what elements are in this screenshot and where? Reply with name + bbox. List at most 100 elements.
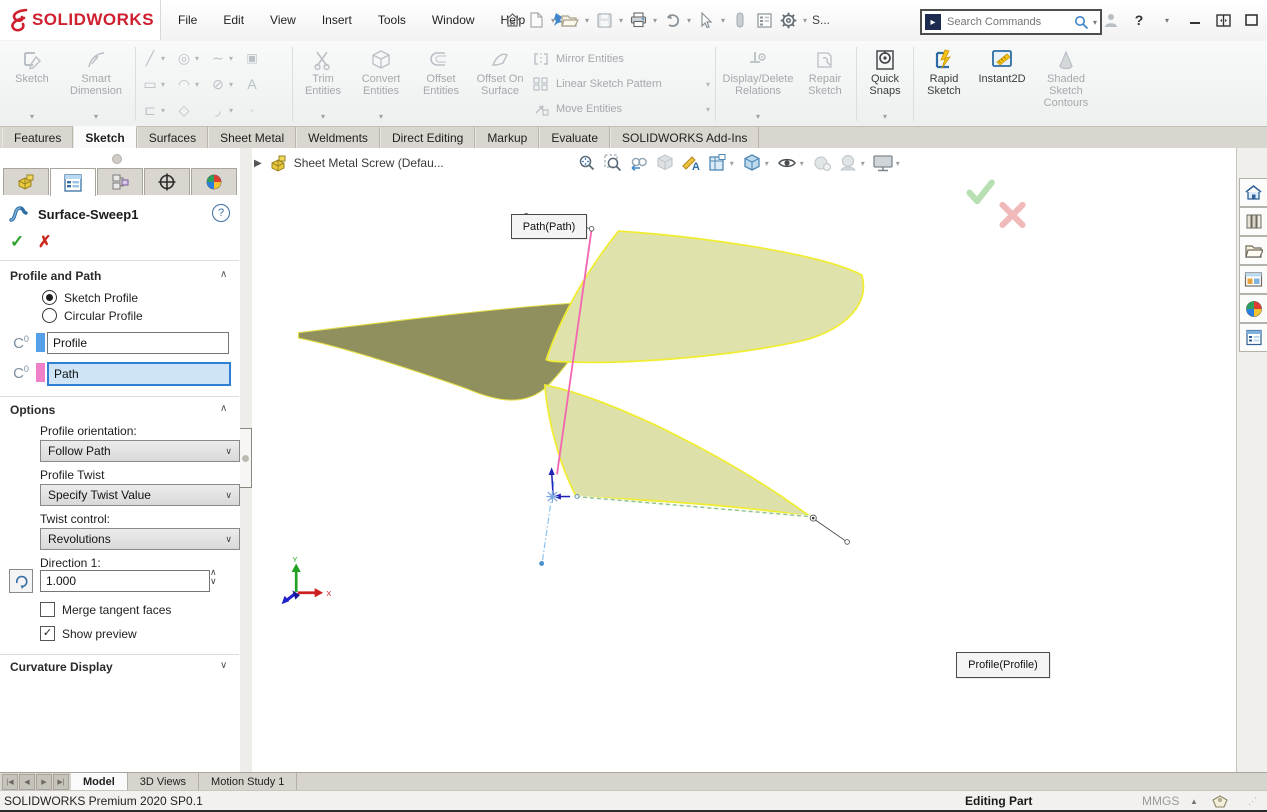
display-delete-dropdown[interactable]: ▾ [756, 111, 760, 123]
quick-snaps-button[interactable]: Quick Snaps ▾ [860, 44, 910, 124]
collapse-chevron-icon[interactable]: ∧ [220, 269, 227, 280]
line-dropdown[interactable]: ▾ [161, 54, 173, 63]
home-icon[interactable] [500, 0, 524, 40]
zoom-to-fit-icon[interactable] [574, 151, 600, 175]
view-palette-button[interactable] [1239, 265, 1267, 294]
cancel-button[interactable]: ✗ [38, 232, 51, 252]
select-dropdown[interactable]: ▾ [718, 0, 728, 40]
view-orientation-icon[interactable] [704, 151, 730, 175]
configuration-manager-tab[interactable] [97, 168, 143, 195]
print-dropdown[interactable]: ▾ [650, 0, 660, 40]
spline-dropdown[interactable]: ▾ [229, 54, 241, 63]
trim-dropdown[interactable]: ▾ [321, 111, 325, 123]
display-style-dropdown[interactable]: ▾ [765, 159, 774, 168]
units-selector[interactable]: MMGS [1142, 794, 1179, 808]
panel-resize-handle[interactable] [112, 154, 122, 164]
model-view-canvas[interactable]: Y X [252, 178, 1236, 772]
quick-snaps-dropdown[interactable]: ▾ [883, 111, 887, 123]
tab-model[interactable]: Model [71, 773, 128, 791]
select-icon[interactable] [694, 0, 718, 40]
apply-scene-icon[interactable] [835, 151, 861, 175]
section-view-icon[interactable] [652, 151, 678, 175]
save-dropdown[interactable]: ▾ [616, 0, 626, 40]
options-header[interactable]: Options [10, 403, 55, 417]
menu-file[interactable]: File [178, 13, 197, 27]
cancel-x-icon[interactable] [1003, 205, 1023, 225]
ellipse-dropdown[interactable]: ▾ [229, 80, 241, 89]
units-dropdown-arrow[interactable]: ▲ [1190, 797, 1198, 806]
spin-down-icon[interactable]: ∨ [210, 577, 217, 586]
expand-chevron-icon[interactable]: ∨ [220, 660, 227, 671]
sketch-endpoint[interactable] [539, 561, 544, 566]
circle-icon[interactable]: ◎ [173, 50, 195, 67]
tab-scroll-first[interactable]: |◀ [2, 774, 18, 790]
instant2d-button[interactable]: Instant2D [971, 44, 1033, 124]
flyout-tree-arrow-icon[interactable]: ▶ [254, 158, 262, 169]
tab-sheet-metal[interactable]: Sheet Metal [208, 127, 296, 149]
sketch-dropdown[interactable]: ▾ [30, 111, 34, 123]
fillet-icon[interactable]: ◞ [207, 102, 229, 119]
rectangle-dropdown[interactable]: ▾ [161, 80, 173, 89]
profile-selection-box[interactable]: Profile [47, 332, 229, 354]
settings-dropdown[interactable]: ▾ [800, 0, 810, 40]
dock-button[interactable] [1212, 0, 1234, 40]
open-icon[interactable] [558, 0, 582, 40]
mirror-entities-button[interactable]: Mirror Entities [532, 48, 710, 70]
settings-gear-icon[interactable] [776, 0, 800, 40]
repair-sketch-button[interactable]: Repair Sketch [797, 44, 853, 124]
appearances-scenes-button[interactable] [1239, 294, 1267, 323]
menu-window[interactable]: Window [432, 13, 475, 27]
tab-motion-study-1[interactable]: Motion Study 1 [199, 773, 297, 791]
property-manager-tab[interactable] [50, 168, 96, 196]
slot-icon[interactable]: ⊏ [139, 102, 161, 119]
offset-entities-button[interactable]: Offset Entities [412, 44, 470, 124]
spline-icon[interactable]: ∼ [207, 50, 229, 67]
slot-dropdown[interactable]: ▾ [161, 106, 173, 115]
resize-grip-icon[interactable]: ⋰ [1248, 796, 1258, 807]
shaded-sketch-contours-button[interactable]: Shaded Sketch Contours [1033, 44, 1099, 124]
arc-dropdown[interactable]: ▾ [195, 80, 207, 89]
hide-show-items-dropdown[interactable]: ▾ [800, 159, 809, 168]
ellipse-icon[interactable]: ⊘ [207, 76, 229, 93]
maximize-button[interactable] [1240, 0, 1262, 40]
tab-evaluate[interactable]: Evaluate [539, 127, 610, 149]
offset-on-surface-button[interactable]: Offset On Surface [470, 44, 530, 124]
surface-top-lobe[interactable] [546, 231, 863, 362]
view-orientation-dropdown[interactable]: ▾ [730, 159, 739, 168]
linear-pattern-dropdown[interactable]: ▾ [706, 80, 710, 89]
print-icon[interactable] [626, 0, 650, 40]
profile-twist-dropdown[interactable]: Specify Twist Value∨ [40, 484, 240, 506]
convert-dropdown[interactable]: ▾ [379, 111, 383, 123]
view-settings-icon[interactable] [870, 151, 896, 175]
tab-features[interactable]: Features [2, 127, 73, 149]
options-list-icon[interactable] [752, 0, 776, 40]
custom-properties-button[interactable] [1239, 323, 1267, 352]
user-profile-icon[interactable] [1100, 0, 1122, 40]
feature-manager-tree-tab[interactable] [3, 168, 49, 195]
merge-tangent-row[interactable]: Merge tangent faces [40, 602, 171, 617]
path-callout[interactable]: Path(Path) [511, 214, 587, 239]
circular-profile-radio[interactable] [42, 308, 57, 323]
collapse-chevron-icon[interactable]: ∧ [220, 403, 227, 414]
trim-entities-button[interactable]: Trim Entities ▾ [296, 44, 350, 124]
search-commands-box[interactable]: ▸ ▾ [920, 9, 1102, 35]
toggle-icon[interactable] [728, 0, 752, 40]
sketch-profile-radio[interactable] [42, 290, 57, 305]
polygon-icon[interactable]: ◇ [173, 102, 195, 119]
undo-dropdown[interactable]: ▾ [684, 0, 694, 40]
view-settings-dropdown[interactable]: ▾ [896, 159, 905, 168]
undo-icon[interactable] [660, 0, 684, 40]
tab-scroll-next[interactable]: ▶ [36, 774, 52, 790]
line-icon[interactable]: ╱ [139, 50, 161, 67]
help-icon[interactable]: ? [212, 204, 230, 222]
menu-tools[interactable]: Tools [378, 13, 406, 27]
paste-region-icon[interactable]: ▣ [241, 51, 263, 65]
design-library-button[interactable] [1239, 207, 1267, 236]
save-icon[interactable] [592, 0, 616, 40]
magnifier-icon[interactable] [1074, 15, 1089, 30]
show-preview-checkbox[interactable]: ✓ [40, 626, 55, 641]
menu-edit[interactable]: Edit [223, 13, 244, 27]
revolutions-spinner[interactable]: ∧∨ [210, 568, 217, 586]
help-button[interactable]: ? [1128, 0, 1150, 40]
new-document-icon[interactable] [524, 0, 548, 40]
